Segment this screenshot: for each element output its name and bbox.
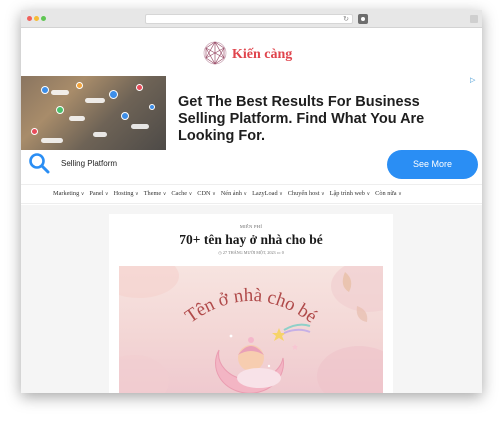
post-title[interactable]: 70+ tên hay ở nhà cho bé	[109, 232, 393, 248]
ad-image[interactable]	[21, 76, 166, 150]
logo-icon[interactable]	[202, 40, 228, 66]
chevron-down-icon: ∨	[366, 191, 371, 197]
nav-item-label: Theme	[143, 190, 162, 197]
chevron-down-icon: ∨	[162, 191, 167, 197]
nav-item-nén-ảnh[interactable]: Nén ảnh ∨	[221, 190, 247, 197]
close-window-icon[interactable]	[27, 16, 32, 21]
nav-list: Marketing ∨ Panel ∨ Hosting ∨ Theme ∨ Cache ∨ CDN ∨…	[53, 190, 402, 197]
nav-item-marketing[interactable]: Marketing ∨	[53, 190, 84, 197]
ad-keyword[interactable]: Selling Platform	[61, 159, 117, 168]
nav-item-hosting[interactable]: Hosting ∨	[114, 190, 139, 197]
comment-icon: ▭	[276, 250, 281, 255]
browser-window: ↻ Kiến càng Get The Best Results For Bus…	[21, 10, 482, 393]
chevron-down-icon: ∨	[279, 191, 283, 197]
post-date[interactable]: 27 THÁNG MƯỜI MỘT, 2023	[223, 250, 276, 255]
nav-item-label: Còn nữa	[375, 190, 397, 197]
address-bar[interactable]: ↻	[145, 14, 353, 24]
reload-icon[interactable]: ↻	[343, 15, 349, 24]
nav-item-label: Marketing	[53, 190, 80, 197]
chevron-down-icon: ∨	[188, 191, 193, 197]
nav-item-label: CDN	[197, 190, 211, 197]
see-more-button[interactable]: See More	[387, 150, 478, 179]
chevron-down-icon: ∨	[398, 191, 402, 197]
site-name[interactable]: Kiến càng	[232, 47, 292, 63]
nav-item-lazyload[interactable]: LazyLoad ∨	[252, 190, 283, 197]
nav-item-cdn[interactable]: CDN ∨	[197, 190, 215, 197]
nav-item-label: Cache	[171, 190, 188, 197]
nav-item-label: Lập trình web	[329, 190, 365, 197]
nav-item-label: Hosting	[113, 190, 134, 197]
nav-item-chuyển-host[interactable]: Chuyển host ∨	[288, 190, 325, 197]
post-card: MIỄN PHÍ 70+ tên hay ở nhà cho bé ◷ 27 T…	[109, 214, 393, 393]
maximize-window-icon[interactable]	[41, 16, 46, 21]
chevron-down-icon: ∨	[104, 191, 109, 197]
extension-icon[interactable]	[358, 14, 368, 24]
clock-icon: ◷	[218, 250, 222, 255]
nav-item-panel[interactable]: Panel ∨	[89, 190, 108, 197]
chevron-down-icon: ∨	[243, 191, 248, 197]
ad-headline[interactable]: Get The Best Results For Business Sellin…	[178, 94, 468, 145]
nav-item-theme[interactable]: Theme ∨	[144, 190, 167, 197]
site-header: Kiến càng	[21, 28, 482, 74]
chevron-down-icon: ∨	[135, 191, 139, 197]
nav-item-label: Nén ảnh	[220, 190, 242, 197]
nav-item-còn-nữa[interactable]: Còn nữa ∨	[375, 190, 402, 197]
post-meta: ◷ 27 THÁNG MƯỜI MỘT, 2023 ▭ 0	[109, 250, 393, 255]
nav-item-cache[interactable]: Cache ∨	[171, 190, 192, 197]
nav-item-label: LazyLoad	[252, 190, 278, 197]
browser-toolbar: ↻	[21, 10, 482, 28]
nav-item-lập-trình-web[interactable]: Lập trình web ∨	[330, 190, 371, 197]
new-tab-icon[interactable]	[470, 15, 478, 23]
search-icon	[29, 153, 50, 174]
nav-item-label: Chuyển host	[287, 190, 320, 197]
chevron-down-icon: ∨	[320, 191, 325, 197]
chevron-down-icon: ∨	[212, 191, 216, 197]
featured-caption: Tên ở nhà cho bé	[181, 285, 320, 327]
main-navigation: Marketing ∨ Panel ∨ Hosting ∨ Theme ∨ Cache ∨ CDN ∨…	[21, 184, 482, 204]
chevron-down-icon: ∨	[80, 191, 85, 197]
comment-count[interactable]: 0	[282, 250, 284, 255]
post-category[interactable]: MIỄN PHÍ	[109, 224, 393, 229]
nav-item-label: Panel	[89, 190, 104, 197]
minimize-window-icon[interactable]	[34, 16, 39, 21]
featured-image[interactable]: Tên ở nhà cho bé	[119, 266, 383, 393]
ad-choices-icon[interactable]: ▷	[470, 77, 478, 85]
advertisement[interactable]: Get The Best Results For Business Sellin…	[21, 74, 482, 184]
